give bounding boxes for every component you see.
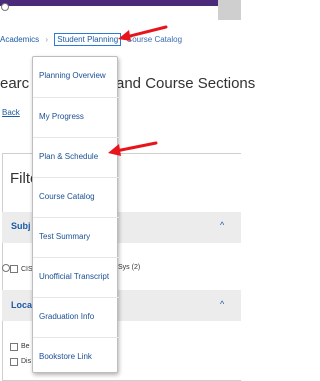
panel-handle-icon — [2, 264, 10, 272]
top-bar — [0, 0, 241, 20]
menu-item-planning-overview[interactable]: Planning Overview — [33, 57, 119, 94]
menu-item-test-summary[interactable]: Test Summary — [33, 217, 119, 254]
breadcrumb-student-planning[interactable]: Student Planning — [54, 33, 122, 46]
breadcrumb-academics[interactable]: Academics — [0, 35, 39, 44]
chevron-up-icon[interactable]: ^ — [220, 299, 224, 309]
page-title-right: and Course Sections — [116, 75, 256, 92]
callout-arrow-icon — [118, 25, 168, 41]
brand-stripe — [0, 0, 241, 6]
breadcrumb-separator: › — [45, 35, 49, 44]
subject-checkbox[interactable] — [10, 265, 18, 273]
callout-arrow-icon — [108, 141, 158, 156]
location-checkbox-2[interactable] — [10, 358, 18, 366]
menu-item-unofficial-transcript[interactable]: Unofficial Transcript — [33, 257, 119, 294]
ring-icon — [1, 3, 9, 11]
location-option-1: Be — [21, 343, 30, 350]
subject-option-label: CIS — [21, 266, 33, 273]
subject-option-suffix: Sys (2) — [118, 264, 141, 271]
location-checkbox-1[interactable] — [10, 343, 18, 351]
menu-item-graduation-info[interactable]: Graduation Info — [33, 297, 119, 334]
menu-item-bookstore-link[interactable]: Bookstore Link — [33, 337, 119, 374]
top-right-block — [218, 0, 241, 20]
location-label: Loca — [11, 300, 33, 310]
subject-label: Subj — [11, 221, 31, 231]
chevron-up-icon[interactable]: ^ — [220, 220, 224, 230]
back-link[interactable]: Back — [2, 108, 20, 117]
menu-item-my-progress[interactable]: My Progress — [33, 97, 119, 134]
page-title-left: earc — [0, 75, 30, 92]
menu-item-course-catalog[interactable]: Course Catalog — [33, 177, 119, 214]
location-option-2: Dis — [21, 358, 32, 365]
student-planning-menu: Planning Overview My Progress Plan & Sch… — [32, 56, 119, 374]
